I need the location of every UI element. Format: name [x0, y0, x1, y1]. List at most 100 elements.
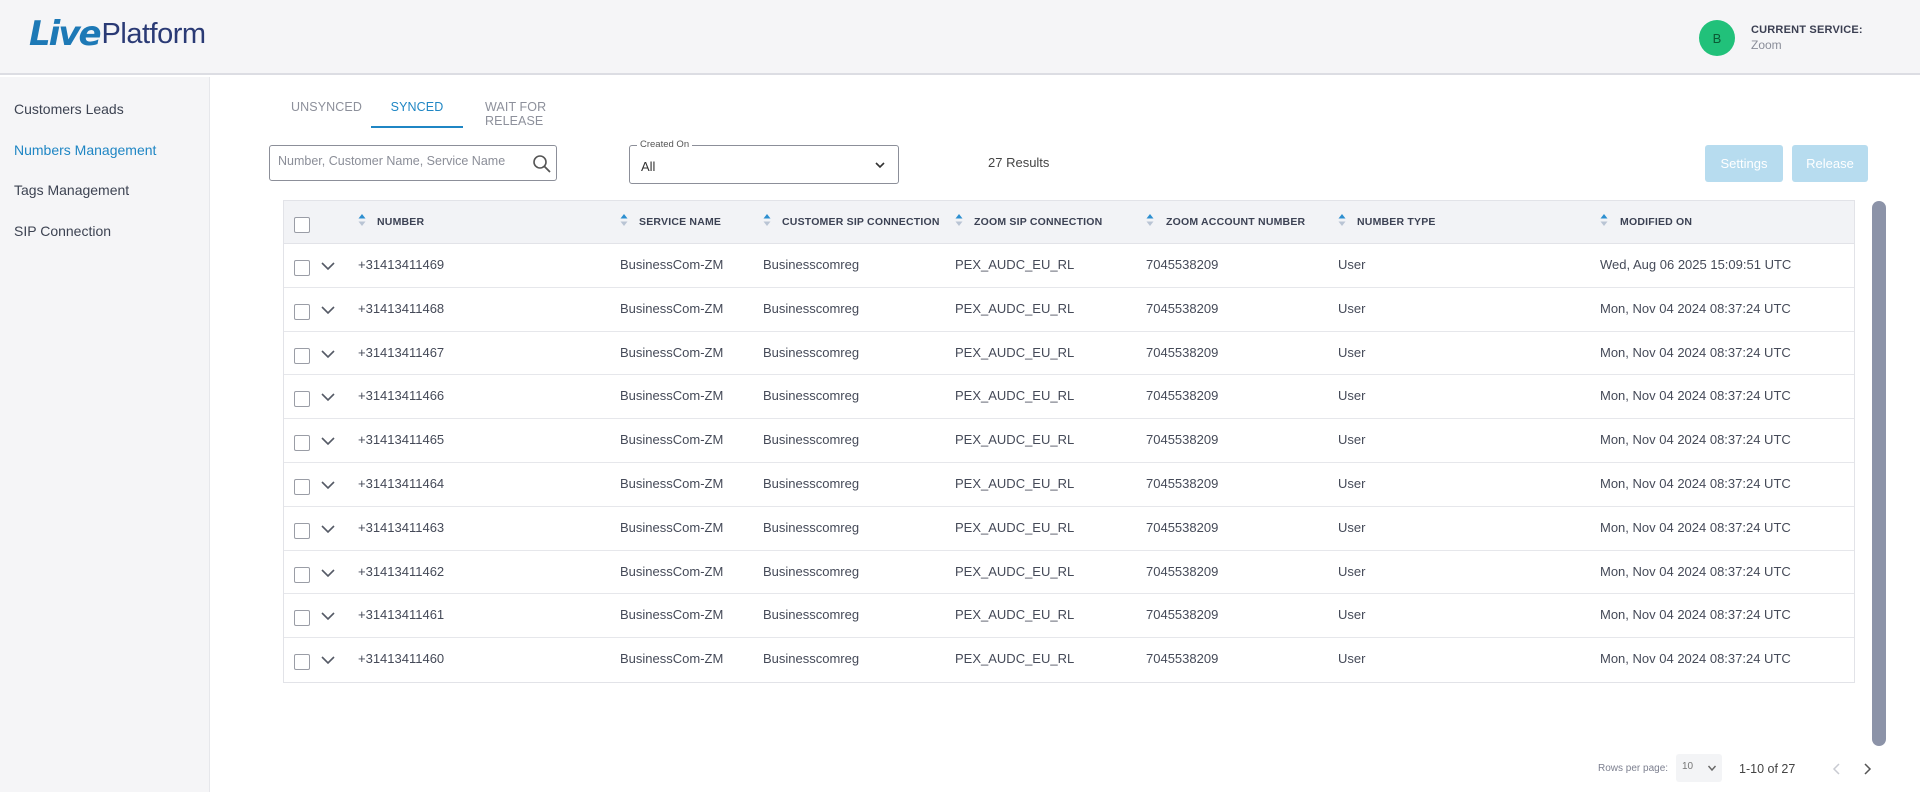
search-icon[interactable]	[532, 154, 552, 174]
current-service-value: Zoom	[1751, 38, 1782, 52]
cell-zoom-sip-connection: PEX_AUDC_EU_RL	[955, 607, 1075, 623]
sort-icon[interactable]	[1600, 213, 1608, 227]
row-checkbox[interactable]	[294, 610, 310, 627]
rows-per-page-select[interactable]: 10	[1676, 754, 1722, 782]
cell-service-name: BusinessCom-ZM	[620, 388, 724, 404]
row-checkbox[interactable]	[294, 303, 310, 320]
cell-number-type: User	[1338, 432, 1366, 448]
cell-zoom-sip-connection: PEX_AUDC_EU_RL	[955, 432, 1075, 448]
chevron-right-icon[interactable]	[1861, 762, 1873, 776]
table-row[interactable]: +31413411462 BusinessCom-ZM Businesscomreg…	[284, 550, 1854, 595]
select-all-checkbox[interactable]	[294, 217, 310, 233]
sidebar-item-customers-leads[interactable]: Customers Leads	[14, 101, 124, 117]
tab-unsynced[interactable]: UNSYNCED	[281, 92, 371, 128]
table-row[interactable]: +31413411465 BusinessCom-ZM Businesscomreg…	[284, 419, 1854, 463]
table-row[interactable]: +31413411469 BusinessCom-ZM Businesscomreg…	[284, 244, 1854, 288]
sort-icon[interactable]	[358, 213, 366, 227]
cell-zoom-sip-connection: PEX_AUDC_EU_RL	[955, 388, 1075, 404]
cell-number-type: User	[1338, 519, 1366, 535]
cell-number-type: User	[1338, 344, 1366, 360]
sidebar-item-tags-management[interactable]: Tags Management	[14, 182, 129, 198]
sort-icon[interactable]	[763, 213, 771, 227]
row-checkbox[interactable]	[294, 522, 310, 539]
cell-number-type: User	[1338, 475, 1366, 491]
cell-service-name: BusinessCom-ZM	[620, 607, 724, 623]
column-header-zoom-account-number[interactable]: ZOOM ACCOUNT NUMBER	[1166, 216, 1305, 228]
cell-modified-on: Mon, Nov 04 2024 08:37:24 UTC	[1600, 519, 1791, 535]
created-on-select[interactable]: Created On All	[629, 139, 899, 184]
sort-icon[interactable]	[620, 213, 628, 227]
cell-zoom-sip-connection: PEX_AUDC_EU_RL	[955, 344, 1075, 360]
vertical-scrollbar[interactable]	[1872, 201, 1886, 746]
row-checkbox[interactable]	[294, 260, 310, 276]
column-header-zoom-sip-connection[interactable]: ZOOM SIP CONNECTION	[974, 216, 1102, 228]
column-header-number-type[interactable]: NUMBER TYPE	[1357, 216, 1436, 228]
cell-modified-on: Mon, Nov 04 2024 08:37:24 UTC	[1600, 651, 1791, 667]
release-button[interactable]: Release	[1792, 145, 1868, 182]
cell-modified-on: Mon, Nov 04 2024 08:37:24 UTC	[1600, 432, 1791, 448]
cell-number: +31413411469	[358, 257, 445, 272]
cell-modified-on: Mon, Nov 04 2024 08:37:24 UTC	[1600, 607, 1791, 623]
expand-chevron-icon[interactable]	[320, 391, 336, 403]
cell-customer-sip-connection: Businesscomreg	[763, 257, 860, 272]
sidebar-item-numbers-management[interactable]: Numbers Management	[14, 142, 156, 158]
expand-chevron-icon[interactable]	[320, 523, 336, 535]
sort-icon[interactable]	[955, 213, 963, 227]
column-header-customer-sip-connection[interactable]: CUSTOMER SIP CONNECTION	[782, 216, 940, 228]
cell-zoom-account-number: 7045538209	[1146, 300, 1219, 316]
table-row[interactable]: +31413411467 BusinessCom-ZM Businesscomreg…	[284, 331, 1854, 376]
created-on-value: All	[641, 159, 656, 174]
cell-service-name: BusinessCom-ZM	[620, 651, 724, 667]
cell-service-name: BusinessCom-ZM	[620, 257, 724, 272]
row-checkbox[interactable]	[294, 347, 310, 364]
table-body: +31413411469 BusinessCom-ZM Businesscomreg…	[284, 244, 1854, 682]
column-header-service-name[interactable]: SERVICE NAME	[639, 216, 721, 228]
row-checkbox[interactable]	[294, 566, 310, 583]
cell-zoom-sip-connection: PEX_AUDC_EU_RL	[955, 257, 1075, 272]
tab-bar: UNSYNCED SYNCED WAIT FOR RELEASE	[281, 92, 603, 128]
table-row[interactable]: +31413411464 BusinessCom-ZM Businesscomreg…	[284, 462, 1854, 507]
table-row[interactable]: +31413411466 BusinessCom-ZM Businesscomreg…	[284, 375, 1854, 420]
numbers-table: NUMBER SERVICE NAME CUSTOMER SIP CONNECT…	[283, 200, 1855, 683]
chevron-down-icon	[1707, 765, 1717, 772]
cell-customer-sip-connection: Businesscomreg	[763, 300, 860, 316]
row-checkbox[interactable]	[294, 478, 310, 495]
liveplatform-logo[interactable]: Live Platform	[29, 14, 206, 54]
cell-customer-sip-connection: Businesscomreg	[763, 651, 860, 667]
cell-zoom-account-number: 7045538209	[1146, 257, 1219, 272]
expand-chevron-icon[interactable]	[320, 435, 336, 447]
current-service: CURRENT SERVICE: Zoom	[1751, 24, 1863, 52]
expand-chevron-icon[interactable]	[320, 654, 336, 666]
table-row[interactable]: +31413411460 BusinessCom-ZM Businesscomreg…	[284, 638, 1854, 682]
cell-customer-sip-connection: Businesscomreg	[763, 344, 860, 360]
cell-number: +31413411468	[358, 300, 445, 316]
tab-wait-for-release[interactable]: WAIT FOR RELEASE	[463, 92, 603, 128]
column-header-modified-on[interactable]: MODIFIED ON	[1620, 216, 1692, 228]
table-row[interactable]: +31413411468 BusinessCom-ZM Businesscomreg…	[284, 287, 1854, 332]
table-row[interactable]: +31413411461 BusinessCom-ZM Businesscomreg…	[284, 594, 1854, 639]
main-content: UNSYNCED SYNCED WAIT FOR RELEASE Created…	[211, 77, 1920, 792]
expand-chevron-icon[interactable]	[320, 610, 336, 622]
search-input[interactable]	[278, 154, 518, 168]
row-checkbox[interactable]	[294, 654, 310, 671]
settings-button[interactable]: Settings	[1705, 145, 1783, 182]
row-checkbox[interactable]	[294, 391, 310, 408]
cell-number: +31413411461	[358, 607, 445, 623]
table-row[interactable]: +31413411463 BusinessCom-ZM Businesscomreg…	[284, 506, 1854, 551]
column-header-number[interactable]: NUMBER	[377, 216, 424, 228]
row-checkbox[interactable]	[294, 435, 310, 452]
expand-chevron-icon[interactable]	[320, 348, 336, 360]
cell-number: +31413411460	[358, 651, 445, 667]
expand-chevron-icon[interactable]	[320, 567, 336, 579]
expand-chevron-icon[interactable]	[320, 260, 336, 272]
avatar[interactable]: B	[1699, 20, 1735, 56]
sidebar-item-sip-connection[interactable]: SIP Connection	[14, 223, 111, 239]
sort-icon[interactable]	[1338, 213, 1346, 227]
tab-synced[interactable]: SYNCED	[371, 92, 463, 128]
chevron-left-icon[interactable]	[1831, 762, 1843, 776]
expand-chevron-icon[interactable]	[320, 479, 336, 491]
cell-service-name: BusinessCom-ZM	[620, 519, 724, 535]
expand-chevron-icon[interactable]	[320, 304, 336, 316]
sort-icon[interactable]	[1146, 213, 1154, 227]
cell-zoom-account-number: 7045538209	[1146, 651, 1219, 667]
